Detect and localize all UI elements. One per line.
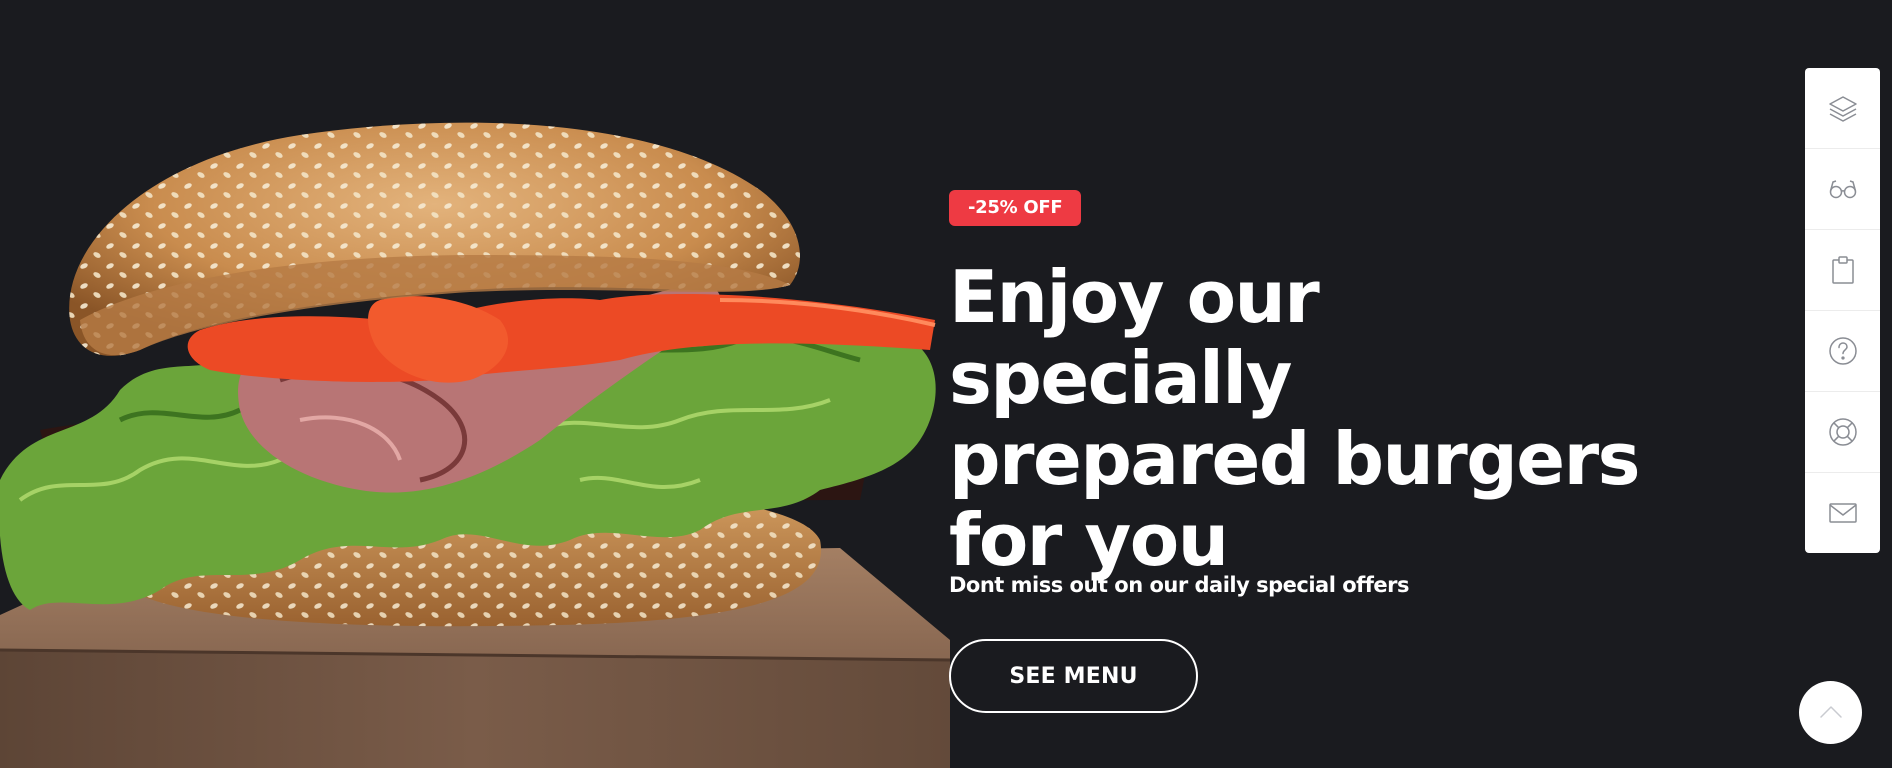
hero-headline: Enjoy our specially prepared burgers for… [949,255,1641,582]
support-button[interactable] [1805,392,1880,473]
mail-icon [1828,503,1857,523]
clipboard-icon [1831,256,1854,284]
glasses-icon [1829,180,1856,199]
layers-icon [1828,96,1857,122]
side-toolbar [1805,68,1880,553]
hero-section: -25% OFF Enjoy our specially prepared bu… [0,0,1892,768]
hero-content: -25% OFF Enjoy our specially prepared bu… [949,190,1669,713]
help-button[interactable] [1805,311,1880,392]
lifebuoy-icon [1828,418,1857,446]
see-menu-button[interactable]: SEE MENU [949,639,1198,713]
hero-subtitle: Dont miss out on our daily special offer… [949,573,1410,597]
scroll-to-top-button[interactable] [1799,681,1862,744]
discount-badge: -25% OFF [949,190,1082,226]
burger-image [0,122,951,768]
help-icon [1828,337,1857,365]
clipboard-button[interactable] [1805,230,1880,311]
chevron-up-icon [1819,705,1842,718]
layers-button[interactable] [1805,68,1880,149]
mail-button[interactable] [1805,473,1880,553]
glasses-button[interactable] [1805,149,1880,230]
